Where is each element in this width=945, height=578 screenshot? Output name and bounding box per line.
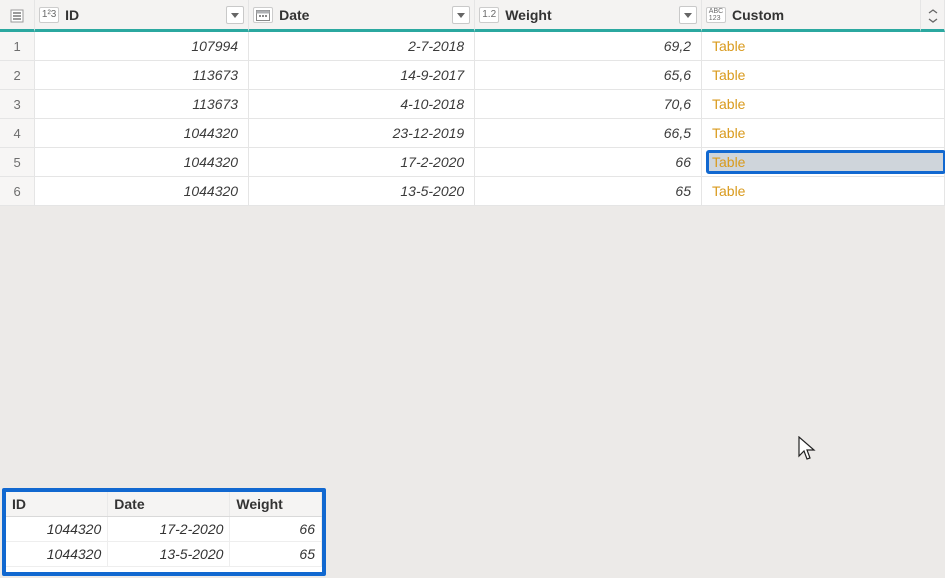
table-link[interactable]: Table (708, 65, 944, 85)
cell-custom[interactable]: Table (702, 119, 945, 148)
row-number: 1 (0, 32, 35, 61)
filter-dropdown-icon[interactable] (226, 6, 244, 24)
row-number: 3 (0, 90, 35, 119)
column-header-weight[interactable]: 1.2 Weight (475, 0, 702, 32)
cell-id[interactable]: 1044320 (35, 148, 249, 177)
row-number: 5 (0, 148, 35, 177)
cell-date[interactable]: 14-9-2017 (249, 61, 475, 90)
table-corner-select-all[interactable] (0, 0, 35, 32)
table-link[interactable]: Table (708, 94, 944, 114)
table-row[interactable]: 5 1044320 17-2-2020 66 Table (0, 148, 945, 177)
cell-weight[interactable]: 69,2 (475, 32, 702, 61)
table-row[interactable]: 4 1044320 23-12-2019 66,5 Table (0, 119, 945, 148)
date-type-icon (253, 7, 273, 23)
row-number: 6 (0, 177, 35, 206)
table-row[interactable]: 6 1044320 13-5-2020 65 Table (0, 177, 945, 206)
column-header-label: Custom (732, 7, 916, 23)
preview-header-id[interactable]: ID (6, 492, 108, 517)
cell-id[interactable]: 113673 (35, 90, 249, 119)
column-header-label: Weight (505, 7, 673, 23)
expand-column-button[interactable] (921, 0, 945, 32)
preview-row[interactable]: 1044320 13-5-2020 65 (6, 542, 322, 567)
row-number: 4 (0, 119, 35, 148)
cell-custom-selected[interactable]: Table (702, 148, 945, 177)
cell-id[interactable]: 1044320 (35, 177, 249, 206)
cell-date[interactable]: 4-10-2018 (249, 90, 475, 119)
cell-custom[interactable]: Table (702, 32, 945, 61)
table-row[interactable]: 1 107994 2-7-2018 69,2 Table (0, 32, 945, 61)
preview-table[interactable]: ID Date Weight 1044320 17-2-2020 66 1044… (6, 492, 322, 567)
whole-number-type-icon: 1²3 (39, 7, 59, 23)
cell-id[interactable]: 1044320 (35, 119, 249, 148)
table-row[interactable]: 2 113673 14-9-2017 65,6 Table (0, 61, 945, 90)
cell-date[interactable]: 2-7-2018 (249, 32, 475, 61)
cell-custom[interactable]: Table (702, 61, 945, 90)
decimal-number-type-icon: 1.2 (479, 7, 499, 23)
cell-weight[interactable]: 65,6 (475, 61, 702, 90)
column-header-label: Date (279, 7, 446, 23)
cell-custom[interactable]: Table (702, 90, 945, 119)
any-type-icon: ABC123 (706, 7, 726, 23)
preview-header-weight[interactable]: Weight (230, 492, 322, 517)
cell-weight[interactable]: 65 (475, 177, 702, 206)
column-header-row: 1²3 ID Date (0, 0, 945, 32)
column-header-custom[interactable]: ABC123 Custom (702, 0, 921, 32)
nested-table-preview[interactable]: ID Date Weight 1044320 17-2-2020 66 1044… (2, 488, 326, 576)
cell-date[interactable]: 17-2-2020 (249, 148, 475, 177)
table-link[interactable]: Table (708, 152, 944, 172)
table-link[interactable]: Table (708, 181, 944, 201)
preview-cell-id: 1044320 (6, 542, 108, 567)
cell-date[interactable]: 13-5-2020 (249, 177, 475, 206)
cell-id[interactable]: 113673 (35, 61, 249, 90)
cell-date[interactable]: 23-12-2019 (249, 119, 475, 148)
cell-weight[interactable]: 70,6 (475, 90, 702, 119)
preview-cell-date: 13-5-2020 (108, 542, 230, 567)
column-header-date[interactable]: Date (249, 0, 475, 32)
table-link[interactable]: Table (708, 36, 944, 56)
preview-cell-weight: 66 (230, 517, 322, 542)
preview-cell-weight: 65 (230, 542, 322, 567)
cell-id[interactable]: 107994 (35, 32, 249, 61)
filter-dropdown-icon[interactable] (452, 6, 470, 24)
table-body: 1 107994 2-7-2018 69,2 Table 2 113673 14… (0, 32, 945, 206)
cell-weight[interactable]: 66 (475, 148, 702, 177)
preview-header-row: ID Date Weight (6, 492, 322, 517)
cell-custom[interactable]: Table (702, 177, 945, 206)
table-row[interactable]: 3 113673 4-10-2018 70,6 Table (0, 90, 945, 119)
row-number: 2 (0, 61, 35, 90)
preview-row[interactable]: 1044320 17-2-2020 66 (6, 517, 322, 542)
cell-weight[interactable]: 66,5 (475, 119, 702, 148)
filter-dropdown-icon[interactable] (679, 6, 697, 24)
table-link[interactable]: Table (708, 123, 944, 143)
main-data-table[interactable]: 1²3 ID Date (0, 0, 945, 206)
preview-header-date[interactable]: Date (108, 492, 230, 517)
preview-cell-id: 1044320 (6, 517, 108, 542)
column-header-id[interactable]: 1²3 ID (35, 0, 249, 32)
preview-cell-date: 17-2-2020 (108, 517, 230, 542)
column-header-label: ID (65, 7, 220, 23)
